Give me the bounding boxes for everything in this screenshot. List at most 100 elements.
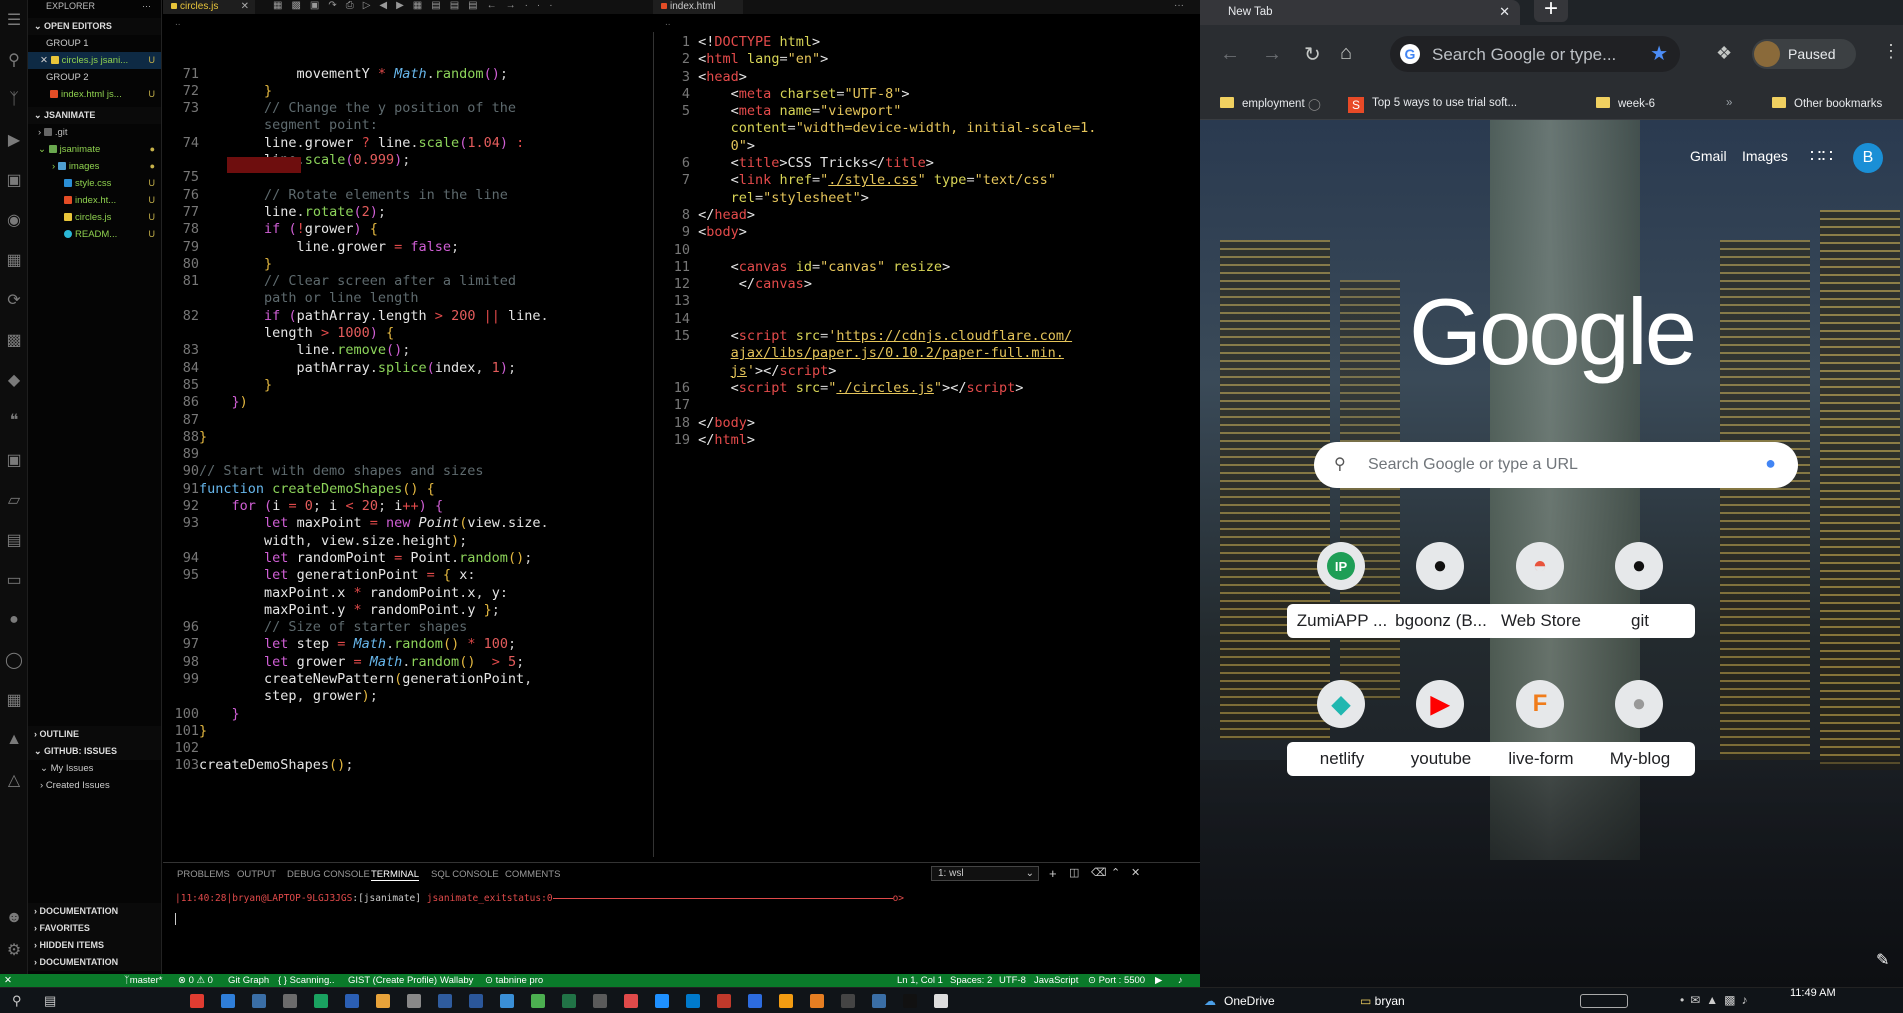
encoding[interactable]: UTF-8	[999, 974, 1026, 987]
taskbar-terminal-icon[interactable]	[283, 994, 297, 1008]
taskbar-chrome-icon[interactable]	[314, 994, 328, 1008]
docker-icon[interactable]: ▩	[0, 320, 28, 360]
trash-icon[interactable]: ⌫	[1091, 866, 1107, 879]
terminal-select[interactable]: 1: wsl ⌄	[931, 866, 1039, 881]
taskbar-git-icon[interactable]	[531, 994, 545, 1008]
source-control-icon[interactable]: ᛉ	[0, 80, 28, 120]
bookmark-other[interactable]: Other bookmarks	[1772, 97, 1882, 110]
taskbar-vlc-icon[interactable]	[376, 994, 390, 1008]
reload-icon[interactable]: ↻	[1304, 42, 1321, 67]
shortcut-label[interactable]: youtube	[1386, 742, 1496, 776]
project-header[interactable]: ⌄ JSANIMATE	[28, 107, 161, 124]
issues-header[interactable]: ⌄ GITHUB: ISSUES	[28, 743, 161, 760]
terminal-cursor[interactable]	[175, 913, 176, 925]
microphone-icon[interactable]: ●	[1765, 453, 1776, 474]
bookmark-week6[interactable]: week-6	[1596, 97, 1655, 110]
shortcut-tile[interactable]: ● git	[1585, 542, 1695, 662]
indentation[interactable]: Spaces: 2	[950, 974, 992, 987]
package-icon[interactable]: ▣	[0, 440, 28, 480]
tabnine-button[interactable]: ⊙ tabnine pro	[485, 974, 543, 987]
documentation-header[interactable]: › DOCUMENTATION	[28, 903, 161, 920]
taskbar-office-icon[interactable]	[190, 994, 204, 1008]
created-issues[interactable]: › Created Issues	[28, 777, 161, 794]
taskbar-notepad-icon[interactable]	[345, 994, 359, 1008]
taskbar-word-icon[interactable]	[469, 994, 483, 1008]
tab-new-tab[interactable]: New Tab ✕	[1200, 0, 1520, 25]
back-icon[interactable]: ←	[1220, 43, 1240, 66]
github-icon[interactable]: ●	[0, 600, 28, 640]
search-icon[interactable]: ⚲	[12, 993, 22, 1009]
tab-terminal[interactable]: TERMINAL	[371, 869, 420, 881]
tab-debug-console[interactable]: DEBUG CONSOLE	[287, 869, 370, 880]
account-avatar[interactable]: B	[1853, 143, 1883, 173]
taskbar-remote-desktop-icon[interactable]	[252, 994, 266, 1008]
taskbar-browser-icon[interactable]	[810, 994, 824, 1008]
shortcut-label[interactable]: live-form	[1486, 742, 1596, 776]
taskbar-edge-icon[interactable]	[655, 994, 669, 1008]
tree-item-readme[interactable]: READM... U	[28, 226, 161, 243]
shortcut-label[interactable]: bgoonz (B...	[1386, 604, 1496, 638]
database-icon[interactable]: ◉	[0, 200, 28, 240]
remote-explorer-icon[interactable]: ▣	[0, 160, 28, 200]
tab-comments[interactable]: COMMENTS	[505, 869, 560, 880]
files-icon[interactable]: ☰	[0, 0, 28, 40]
gmail-link[interactable]: Gmail	[1690, 148, 1727, 164]
shortcut-tile[interactable]: IP ZumiAPP ...	[1287, 542, 1397, 662]
tree-item-images[interactable]: › images ●	[28, 158, 161, 175]
bell-icon[interactable]: ♪	[1178, 974, 1183, 987]
search-icon[interactable]: ⚲	[0, 40, 28, 80]
favorites-header[interactable]: › FAVORITES	[28, 920, 161, 937]
shortcut-tile[interactable]: ● bgoonz (B...	[1386, 542, 1496, 662]
shortcut-tile[interactable]: ◆ netlify	[1287, 680, 1397, 800]
taskbar-vscode-icon[interactable]	[686, 994, 700, 1008]
remote-icon[interactable]: ✕	[4, 974, 12, 987]
branch-indicator[interactable]: ᛉ master*	[124, 974, 162, 987]
shortcut-label[interactable]: ZumiAPP ...	[1287, 604, 1397, 638]
tab-sql-console[interactable]: SQL CONSOLE	[431, 869, 499, 880]
tab-output[interactable]: OUTPUT	[237, 869, 276, 880]
book-icon[interactable]: ▦	[0, 680, 28, 720]
globe-icon[interactable]: ◯	[1308, 97, 1321, 111]
shortcut-label[interactable]: git	[1585, 604, 1695, 638]
taskbar-excel-icon[interactable]	[562, 994, 576, 1008]
taskbar-pin-icon[interactable]	[934, 994, 948, 1008]
tab-index[interactable]: index.html	[653, 0, 743, 14]
cylinder-icon[interactable]: ◯	[0, 640, 28, 680]
shortcut-label[interactable]: Web Store	[1486, 604, 1596, 638]
feedback-icon[interactable]: ▶	[1155, 974, 1162, 987]
close-panel-icon[interactable]: ✕	[1131, 866, 1140, 879]
shortcut-label[interactable]: netlify	[1287, 742, 1397, 776]
board-icon[interactable]: ▤	[0, 520, 28, 560]
extensions-icon[interactable]: ❖	[1716, 43, 1732, 64]
taskbar-explorer-icon[interactable]	[221, 994, 235, 1008]
split-terminal-icon[interactable]: ◫	[1069, 866, 1079, 879]
documentation2-header[interactable]: › DOCUMENTATION	[28, 954, 161, 971]
taskbar-code-window-icon[interactable]	[841, 994, 855, 1008]
tree-item-jsanimate[interactable]: ⌄ jsanimate ●	[28, 141, 161, 158]
shortcut-tile[interactable]: Flive-form	[1486, 680, 1596, 800]
live-server-port[interactable]: ⊙ Port : 5500	[1088, 974, 1145, 987]
more-bookmarks-icon[interactable]: »	[1726, 97, 1732, 109]
run-debug-icon[interactable]: ▶	[0, 120, 28, 160]
open-editor-index[interactable]: index.html js... U	[28, 86, 161, 103]
live-share-icon[interactable]: ⟳	[0, 280, 28, 320]
mountain-icon[interactable]: △	[0, 760, 28, 800]
onedrive-icon[interactable]: ☁	[1204, 994, 1216, 1008]
gear-icon[interactable]: ⚙	[0, 930, 28, 970]
problems-indicator[interactable]: ⊗ 0 ⚠ 0	[178, 974, 213, 987]
gist-button[interactable]: GIST (Create Profile)	[348, 974, 437, 987]
add-terminal-icon[interactable]: +	[1049, 866, 1057, 881]
shortcut-tile[interactable]: ● My-blog	[1585, 680, 1695, 800]
taskbar-visual-studio-icon[interactable]	[500, 994, 514, 1008]
mongodb-icon[interactable]: ◆	[0, 360, 28, 400]
home-icon[interactable]: ⌂	[1340, 42, 1352, 65]
ntp-search-box[interactable]: ⚲ Search Google or type a URL ●	[1314, 442, 1798, 488]
cube-icon[interactable]: ▱	[0, 480, 28, 520]
apps-icon[interactable]: ∷∷	[1810, 146, 1833, 167]
clock[interactable]: 11:49 AM	[1790, 987, 1836, 999]
more-icon[interactable]: ···	[142, 0, 151, 12]
taskbar-app2-icon[interactable]	[872, 994, 886, 1008]
my-issues[interactable]: ⌄ My Issues	[28, 760, 161, 777]
tree-item-git[interactable]: › .git	[28, 124, 161, 141]
taskbar-calculator-icon[interactable]	[593, 994, 607, 1008]
